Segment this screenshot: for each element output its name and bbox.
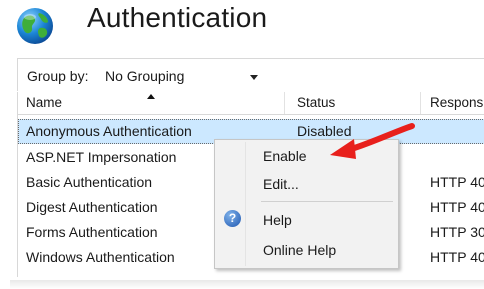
row-name: Windows Authentication — [26, 249, 175, 265]
row-response: HTTP 40 — [430, 199, 484, 215]
menu-item-edit[interactable]: Edit... — [217, 172, 396, 196]
group-by-dropdown[interactable]: No Grouping — [105, 68, 184, 84]
column-divider[interactable] — [284, 92, 285, 114]
help-icon: ? — [224, 210, 241, 227]
globe-icon — [17, 8, 53, 44]
column-header-response[interactable]: Respons — [430, 95, 483, 110]
column-header-name[interactable]: Name — [26, 95, 62, 110]
menu-item-help[interactable]: ? Help — [217, 208, 396, 232]
menu-item-label: Enable — [263, 148, 307, 164]
page-title: Authentication — [87, 2, 268, 33]
chevron-down-icon[interactable] — [250, 75, 258, 80]
row-response: HTTP 40 — [430, 174, 484, 190]
row-name: Forms Authentication — [26, 224, 158, 240]
menu-item-label: Edit... — [263, 176, 299, 192]
menu-item-online-help[interactable]: Online Help — [217, 238, 396, 262]
row-response: HTTP 40 — [430, 249, 484, 265]
menu-separator — [261, 201, 393, 202]
row-name: ASP.NET Impersonation — [26, 149, 177, 165]
row-name: Anonymous Authentication — [26, 123, 192, 139]
row-name: Digest Authentication — [26, 199, 158, 215]
grouping-toolbar: Group by: No Grouping — [17, 58, 484, 91]
sort-ascending-icon — [147, 94, 155, 99]
row-name: Basic Authentication — [26, 174, 153, 190]
column-header-status[interactable]: Status — [297, 95, 335, 110]
row-response: HTTP 30 — [430, 224, 484, 240]
menu-item-label: Help — [263, 212, 292, 228]
panel-bottom-edge — [10, 280, 484, 289]
list-header: Name Status Respons — [18, 92, 484, 115]
group-by-label: Group by: — [27, 68, 89, 84]
column-divider[interactable] — [420, 92, 421, 114]
red-arrow-icon — [330, 123, 415, 159]
menu-item-label: Online Help — [263, 242, 337, 258]
